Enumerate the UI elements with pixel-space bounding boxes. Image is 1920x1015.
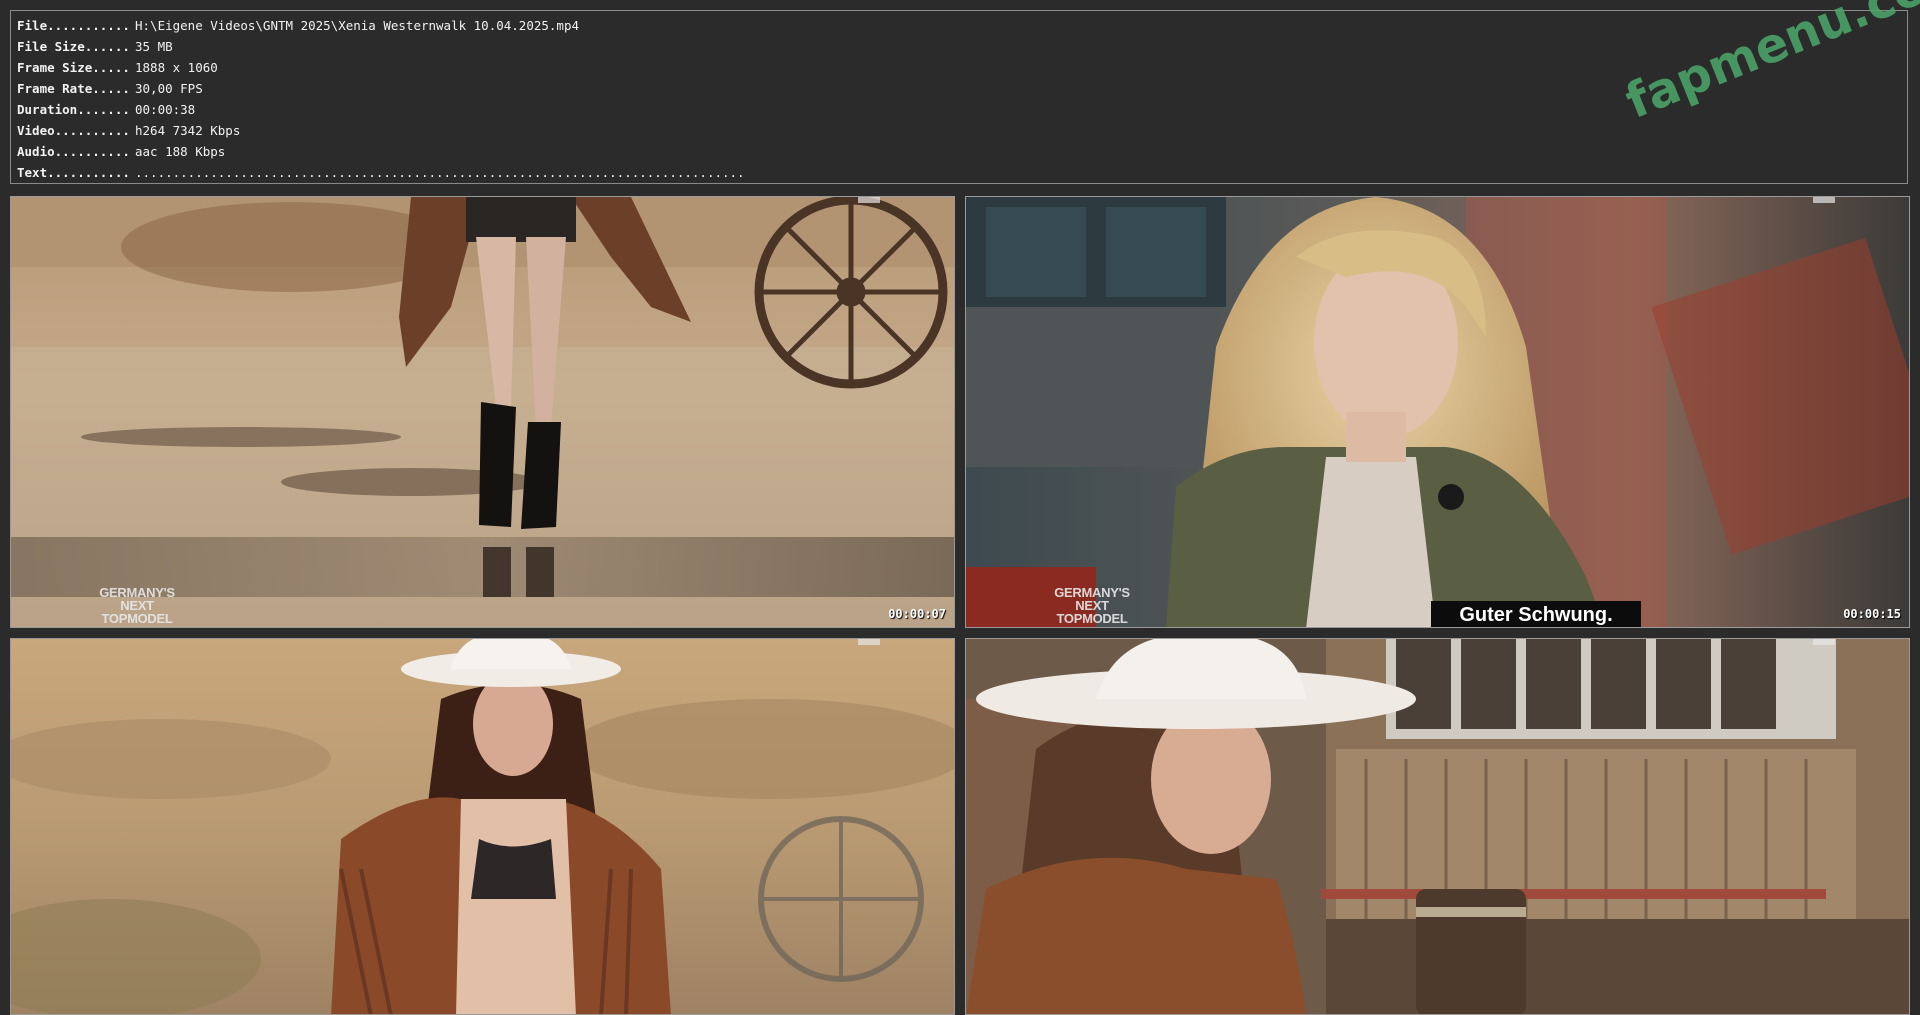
timestamp: 00:00:15 xyxy=(1843,607,1901,621)
info-value: ........................................… xyxy=(135,165,745,180)
thumbnail-2[interactable]: GERMANY'S NEXT TOPMODEL Guter Schwung. 0… xyxy=(965,196,1910,628)
info-value: 1888 x 1060 xyxy=(135,60,218,75)
info-value: H:\Eigene Videos\GNTM 2025\Xenia Western… xyxy=(135,18,580,33)
thumbnail-3[interactable] xyxy=(10,638,955,1015)
info-row-frame-size: Frame Size..... 1888 x 1060 xyxy=(17,57,1901,78)
info-value: aac 188 Kbps xyxy=(135,144,226,159)
info-row-text: Text....................................… xyxy=(17,162,1901,183)
corner-mark xyxy=(858,197,880,203)
info-row-audio: Audio.......... aac 188 Kbps xyxy=(17,141,1901,162)
channel-logo: GERMANY'S NEXT TOPMODEL xyxy=(99,585,175,626)
subtitle-caption: Guter Schwung. xyxy=(1431,601,1641,627)
info-row-file-size: File Size...... 35 MB xyxy=(17,36,1901,57)
info-key: Duration....... xyxy=(17,102,130,117)
thumbnail-1[interactable]: GERMANY'S NEXT TOPMODEL 00:00:07 xyxy=(10,196,955,628)
info-row-file: File........... H:\Eigene Videos\GNTM 202… xyxy=(17,15,1901,36)
media-info-panel: File........... H:\Eigene Videos\GNTM 202… xyxy=(10,10,1908,184)
info-value: 00:00:38 xyxy=(135,102,196,117)
corner-mark xyxy=(858,639,880,645)
channel-logo: GERMANY'S NEXT TOPMODEL xyxy=(1054,585,1130,626)
info-key: File........... xyxy=(17,18,130,33)
info-key: Text........... xyxy=(17,165,130,180)
corner-mark xyxy=(1813,639,1835,645)
timestamp: 00:00:07 xyxy=(888,607,946,621)
info-key: Frame Size..... xyxy=(17,60,130,75)
info-key: File Size...... xyxy=(17,39,130,54)
info-key: Audio.......... xyxy=(17,144,130,159)
frame-image-judge xyxy=(966,197,1909,627)
thumbnail-4[interactable] xyxy=(965,638,1910,1015)
info-value: 30,00 FPS xyxy=(135,81,203,96)
contact-sheet: File........... H:\Eigene Videos\GNTM 202… xyxy=(0,0,1920,1015)
info-value: h264 7342 Kbps xyxy=(135,123,241,138)
frame-image-cowgirl-field xyxy=(11,639,954,1014)
info-row-video: Video.......... h264 7342 Kbps xyxy=(17,120,1901,141)
frame-image-boots-walk xyxy=(11,197,954,627)
corner-mark xyxy=(1813,197,1835,203)
info-row-duration: Duration....... 00:00:38 xyxy=(17,99,1901,120)
info-key: Video.......... xyxy=(17,123,130,138)
frame-image-cowgirl-saloon xyxy=(966,639,1909,1014)
info-value: 35 MB xyxy=(135,39,173,54)
info-key: Frame Rate..... xyxy=(17,81,130,96)
